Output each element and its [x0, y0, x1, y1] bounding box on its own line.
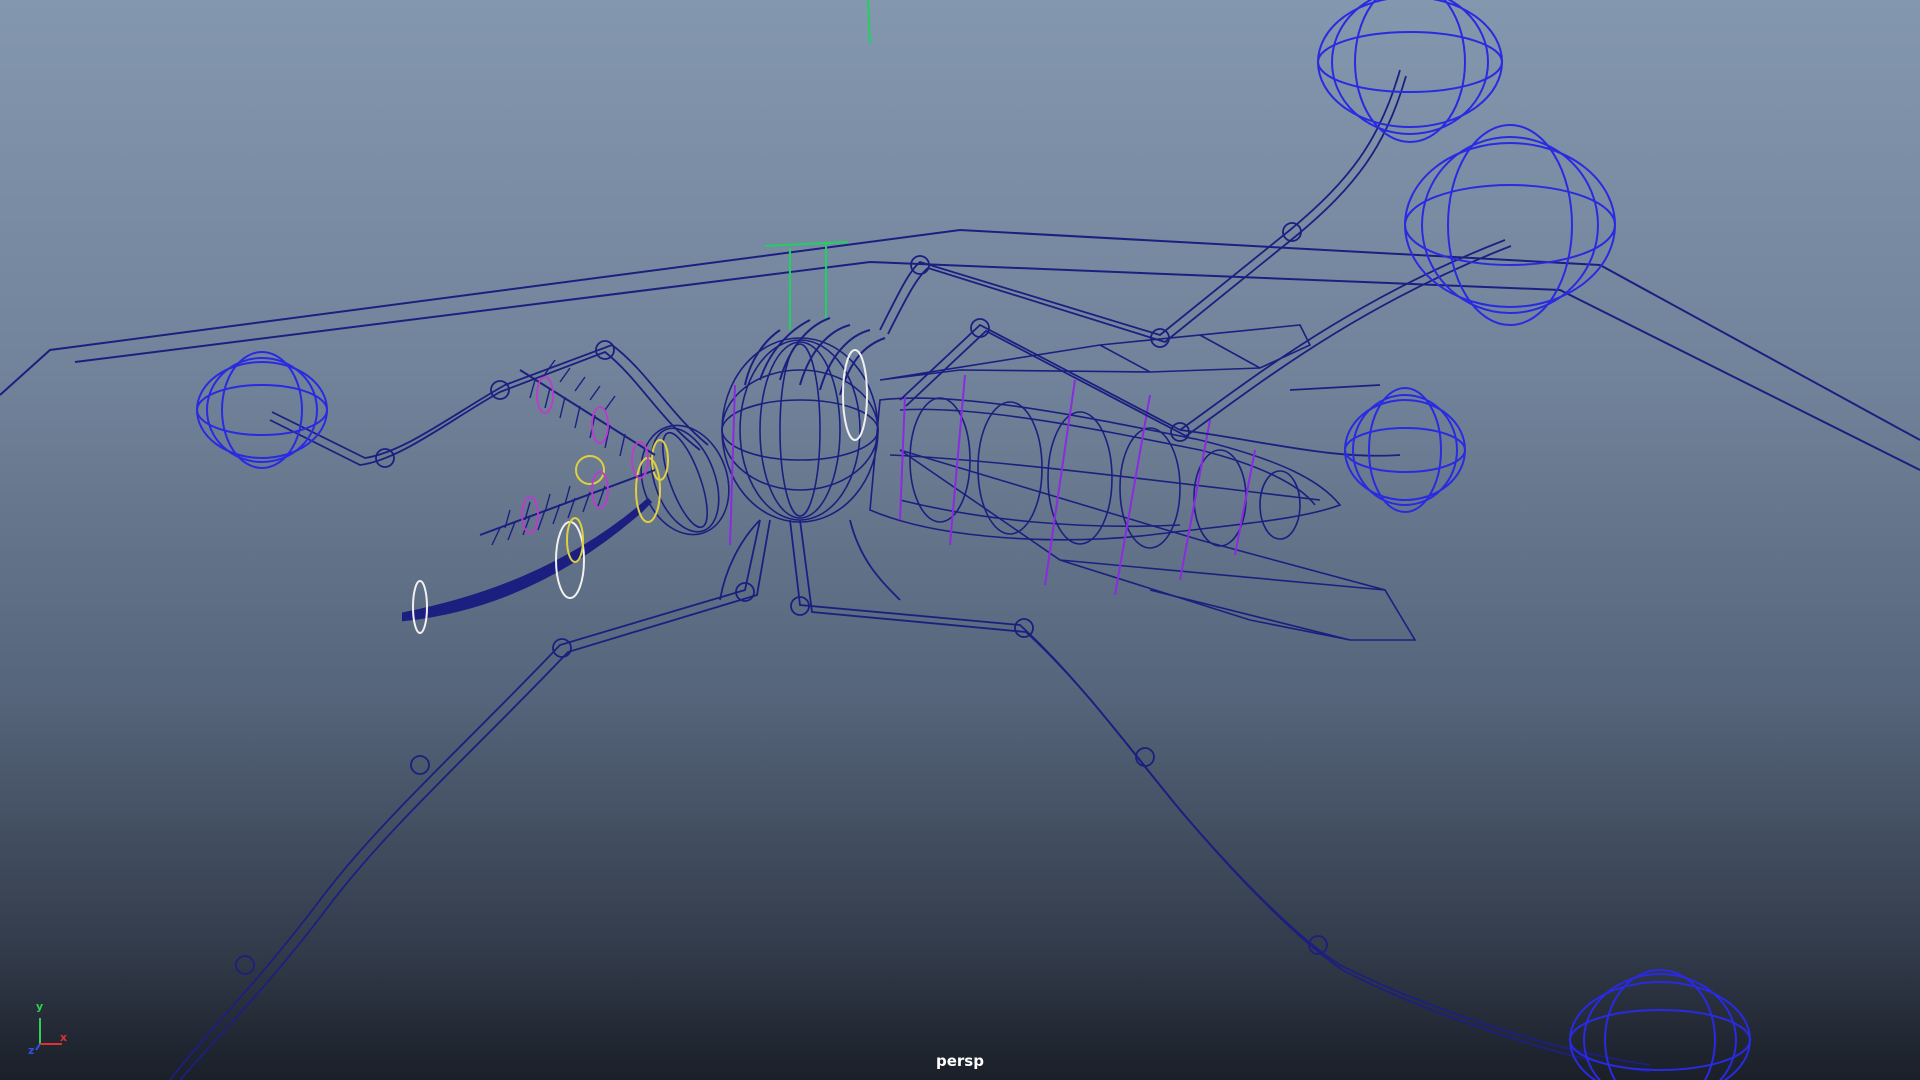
axis-label-x: x — [60, 1031, 68, 1044]
foot-controller-top-right-2[interactable] — [1404, 124, 1616, 326]
proboscis[interactable] — [402, 439, 669, 634]
mosquito-body-mesh[interactable] — [626, 324, 1417, 641]
mosquito-legs[interactable] — [169, 69, 1651, 1080]
foot-controller-right-mid[interactable] — [1344, 387, 1466, 513]
thorax-bristles — [744, 317, 886, 441]
axis-gizmo-icon: y x z — [28, 1000, 78, 1057]
scene-wireframe[interactable] — [0, 0, 1920, 1080]
foot-controller-top-right-1[interactable] — [1317, 0, 1503, 143]
foot-controllers[interactable] — [196, 0, 1751, 1080]
camera-name-label: persp — [936, 1052, 984, 1070]
spine-controls[interactable] — [729, 374, 1256, 596]
3d-viewport[interactable]: y x z persp — [0, 0, 1920, 1080]
pivot-axis-lines — [764, 0, 871, 330]
axis-label-y: y — [36, 1000, 44, 1013]
foot-controller-front-left[interactable] — [196, 351, 328, 469]
